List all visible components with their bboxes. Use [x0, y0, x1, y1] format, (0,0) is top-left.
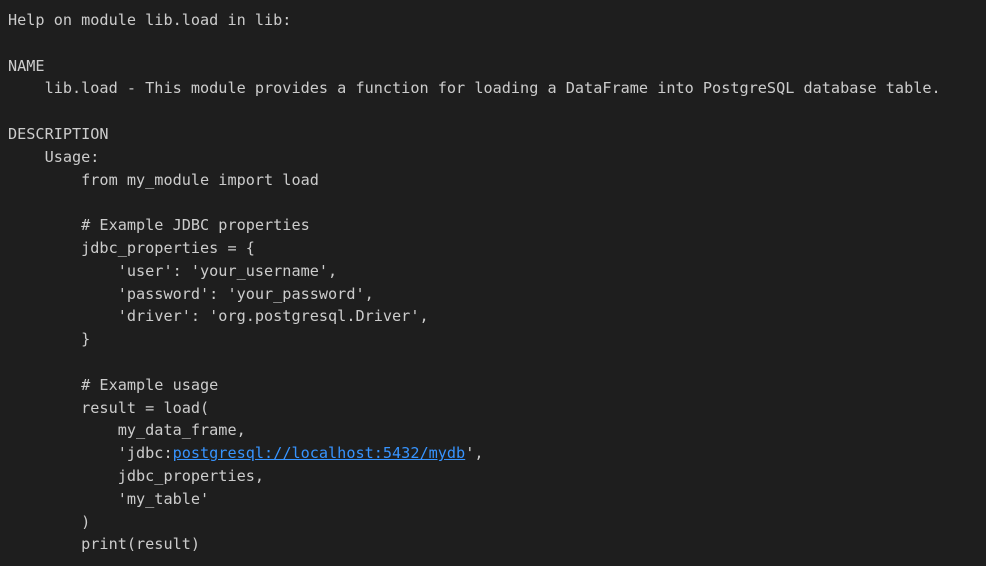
code-line-with-link: 'jdbc:postgresql://localhost:5432/mydb',	[8, 442, 484, 465]
code-line: jdbc_properties,	[8, 467, 265, 485]
terminal-output: Help on module lib.load in lib: NAME lib…	[0, 0, 986, 566]
code-comment-line: # Example usage	[8, 375, 219, 394]
code-line: print(result)	[8, 535, 201, 554]
usage-label-line: Usage:	[8, 147, 100, 166]
code-line: result = load(	[8, 398, 210, 417]
code-text: ',	[465, 444, 484, 463]
code-line: 'my_table'	[8, 489, 210, 508]
code-line: jdbc_properties = {	[8, 239, 255, 257]
code-line: 'driver': 'org.postgresql.Driver',	[8, 307, 429, 326]
code-line: my_data_frame,	[8, 421, 246, 440]
section-heading-name: NAME	[8, 56, 45, 75]
code-line: 'password': 'your_password',	[8, 284, 374, 303]
code-line: }	[8, 330, 91, 349]
code-line: )	[8, 512, 91, 531]
code-line: 'user': 'your_username',	[8, 261, 338, 280]
code-comment-line: # Example JDBC properties	[8, 216, 310, 235]
code-text: 'jdbc:	[8, 444, 173, 463]
module-description-line: lib.load - This module provides a functi…	[8, 79, 941, 98]
code-line: from my_module import load	[8, 170, 319, 189]
jdbc-url-link[interactable]: postgresql://localhost:5432/mydb	[173, 444, 466, 462]
section-heading-description: DESCRIPTION	[8, 125, 109, 143]
help-header-line: Help on module lib.load in lib:	[8, 11, 292, 29]
